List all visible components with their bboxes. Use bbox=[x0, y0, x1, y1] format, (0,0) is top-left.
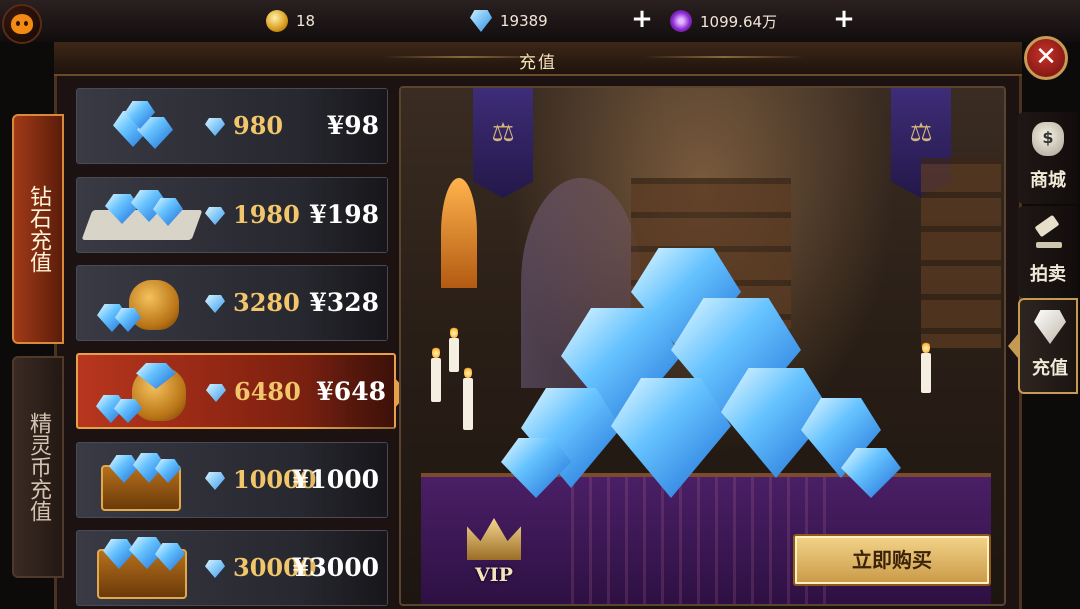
gem-bag-large-icon bbox=[88, 363, 198, 423]
nav-auction-label: 拍卖 bbox=[1030, 264, 1066, 285]
gold-value: 18 bbox=[296, 12, 316, 30]
package-amount: 3280 bbox=[233, 288, 300, 317]
nav-shop[interactable]: 商城 bbox=[1018, 112, 1078, 204]
package-price: ¥3000 bbox=[292, 553, 379, 582]
package-price: ¥198 bbox=[309, 200, 379, 229]
money-bag-icon bbox=[1032, 122, 1064, 156]
gold-resource: 18 bbox=[266, 10, 315, 32]
package-price: ¥648 bbox=[316, 377, 386, 406]
candle-decoration bbox=[921, 341, 931, 393]
package-price: ¥328 bbox=[309, 288, 379, 317]
diamond-resource: 19389 bbox=[470, 10, 548, 32]
banner-decoration bbox=[473, 88, 533, 198]
diamond-icon bbox=[1034, 310, 1066, 344]
gold-coin-icon bbox=[266, 10, 288, 32]
package-30000[interactable]: 30000 ¥3000 bbox=[76, 530, 388, 606]
title-ornament-right bbox=[644, 56, 804, 58]
player-avatar[interactable] bbox=[2, 4, 42, 44]
gem-chest-large-icon bbox=[87, 537, 197, 599]
gem-bag-icon bbox=[87, 274, 197, 334]
package-showcase: VIP 立即购买 bbox=[399, 86, 1006, 606]
add-diamond-button[interactable]: + bbox=[630, 6, 654, 32]
spirit-coin-icon bbox=[670, 10, 692, 32]
candle-decoration bbox=[449, 326, 459, 372]
package-price: ¥1000 bbox=[292, 465, 379, 494]
package-amount: 980 bbox=[233, 111, 284, 140]
nav-recharge-label: 充值 bbox=[1032, 358, 1068, 379]
window-decoration bbox=[441, 178, 477, 288]
candle-decoration bbox=[463, 366, 473, 430]
nav-recharge[interactable]: 充值 bbox=[1008, 298, 1078, 394]
spirit-coin-resource: 1099.64万 bbox=[670, 10, 777, 32]
package-1980[interactable]: 1980 ¥198 bbox=[76, 177, 388, 253]
bookshelf-decoration bbox=[921, 158, 1001, 348]
diamond-icon bbox=[205, 560, 225, 578]
crown-icon bbox=[467, 518, 521, 560]
gem-chest-icon bbox=[87, 451, 197, 511]
package-amount: 1980 bbox=[233, 200, 300, 229]
diamond-icon bbox=[206, 384, 226, 402]
tab-diamond-recharge-label: 钻石充值 bbox=[26, 185, 51, 273]
gem-scroll-icon bbox=[81, 186, 203, 246]
tab-diamond-recharge[interactable]: 钻石充值 bbox=[12, 114, 64, 344]
nav-auction[interactable]: 拍卖 bbox=[1018, 206, 1078, 298]
diamond-icon bbox=[205, 118, 225, 136]
title-bar: 充值 bbox=[54, 42, 1022, 76]
package-10000[interactable]: 10000 ¥1000 bbox=[76, 442, 388, 518]
package-amount: 6480 bbox=[234, 377, 301, 406]
diamond-icon bbox=[470, 10, 492, 32]
buy-now-button[interactable]: 立即购买 bbox=[793, 534, 991, 586]
vip-badge[interactable]: VIP bbox=[461, 518, 527, 594]
tab-spirit-coin-recharge-label: 精灵币充值 bbox=[26, 412, 51, 522]
gem-pile-icon bbox=[87, 97, 197, 157]
diamond-icon bbox=[205, 207, 225, 225]
package-980[interactable]: 980 ¥98 bbox=[76, 88, 388, 164]
add-spirit-coin-button[interactable]: + bbox=[832, 6, 856, 32]
package-price: ¥98 bbox=[326, 111, 379, 140]
gavel-icon bbox=[1032, 216, 1064, 250]
diamond-value: 19389 bbox=[500, 12, 548, 30]
package-6480[interactable]: 6480 ¥648 bbox=[76, 353, 408, 429]
diamond-icon bbox=[205, 472, 225, 490]
package-3280[interactable]: 3280 ¥328 bbox=[76, 265, 388, 341]
tab-spirit-coin-recharge[interactable]: 精灵币充值 bbox=[12, 356, 64, 578]
diamond-icon bbox=[205, 295, 225, 313]
page-title: 充值 bbox=[519, 53, 557, 73]
avatar-face-icon bbox=[11, 14, 33, 34]
diamond-pile-image bbox=[501, 248, 901, 508]
spirit-coin-value: 1099.64万 bbox=[700, 12, 778, 31]
nav-shop-label: 商城 bbox=[1030, 170, 1066, 191]
close-button[interactable]: ✕ bbox=[1024, 36, 1068, 80]
candle-decoration bbox=[431, 346, 441, 402]
resource-bar: 18 19389 + 1099.64万 + bbox=[0, 0, 1080, 44]
vip-label: VIP bbox=[475, 564, 513, 586]
